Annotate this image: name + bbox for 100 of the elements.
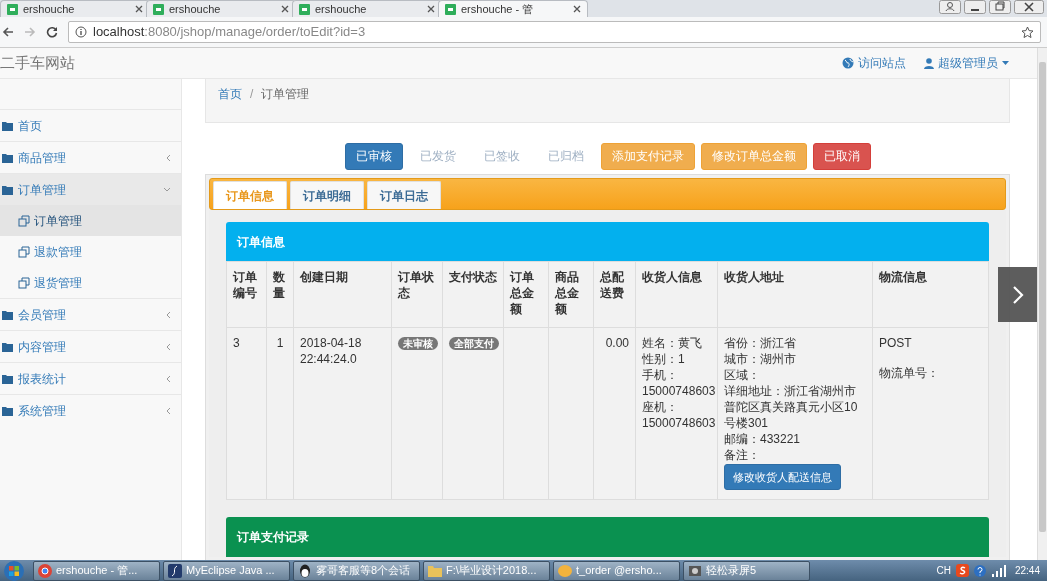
tab[interactable]: 订单信息	[213, 181, 287, 209]
table-cell: 3	[226, 327, 267, 500]
taskbar-button[interactable]: t_order @ersho...	[553, 560, 680, 581]
site-brand[interactable]: 二手车网站	[0, 51, 75, 75]
table-cell: 2018-04-18 22:44:24.0	[293, 327, 392, 500]
tab[interactable]: 订单日志	[367, 181, 441, 209]
sidebar-item[interactable]: 报表统计	[0, 362, 181, 394]
logistics-line: 物流单号：	[879, 365, 940, 381]
globe-icon	[842, 57, 854, 69]
folder-icon	[2, 341, 13, 352]
info-icon	[75, 26, 87, 38]
taskbar-button[interactable]: 雾哥客服等8个会话	[293, 560, 420, 581]
action-button[interactable]: 已审核	[344, 143, 403, 170]
page-icon	[299, 3, 310, 15]
clock-time[interactable]: 22:44	[1011, 563, 1043, 578]
breadcrumb-separator: /	[250, 86, 254, 103]
column-header: 订单总金额	[503, 261, 549, 328]
user-icon	[924, 57, 934, 69]
ide-icon	[168, 563, 182, 578]
visit-site-link[interactable]: 访问站点	[842, 54, 906, 72]
chevron-left-icon	[166, 153, 171, 162]
status-badge: 全部支付	[449, 337, 499, 350]
folder-icon	[2, 120, 13, 131]
signal-icon[interactable]	[990, 564, 1007, 577]
help-icon[interactable]	[973, 564, 986, 577]
breadcrumb-link[interactable]: 首页	[218, 85, 242, 103]
sidebar-subitem[interactable]: 退款管理	[0, 236, 181, 267]
receiver-info-line: 姓名：黄飞	[642, 335, 703, 351]
folder-icon	[2, 405, 13, 416]
taskbar-button[interactable]: F:\毕业设计2018...	[423, 560, 550, 581]
chevron-left-icon	[166, 374, 171, 383]
minimize-icon[interactable]	[964, 0, 986, 14]
folder-icon	[2, 373, 13, 384]
edit-delivery-button[interactable]: 修改收货人配送信息	[724, 464, 841, 490]
back-icon[interactable]	[2, 26, 14, 38]
address-line: 城市：湖州市	[724, 351, 797, 367]
language-indicator[interactable]: CH	[936, 563, 951, 578]
folder-icon	[2, 309, 13, 320]
browser-icon	[38, 563, 52, 578]
chevron-left-icon	[166, 406, 171, 415]
chevron-right-icon	[1011, 284, 1024, 305]
page-icon	[7, 3, 18, 15]
address-line: 区域：	[724, 367, 761, 383]
sidebar-item[interactable]: 订单管理	[0, 173, 181, 205]
sidebar-subitem[interactable]: 订单管理	[0, 205, 181, 236]
column-header: 物流信息	[872, 261, 989, 328]
panel-header: 订单支付记录	[226, 517, 989, 557]
close-icon[interactable]	[573, 5, 581, 13]
copy-icon	[18, 214, 30, 227]
column-header: 创建日期	[293, 261, 392, 328]
sidebar-item[interactable]: 系统管理	[0, 394, 181, 426]
tab-title: ershouche - 管	[461, 1, 535, 17]
table-cell: 1	[266, 327, 294, 500]
scrollbar-thumb[interactable]	[1039, 62, 1046, 532]
column-header: 支付状态	[442, 261, 504, 328]
user-icon[interactable]	[939, 0, 961, 14]
tab[interactable]: 订单明细	[290, 181, 364, 209]
chevron-left-icon	[166, 342, 171, 351]
folder-icon	[428, 563, 442, 578]
copy-icon	[18, 245, 30, 258]
sidebar-item[interactable]: 内容管理	[0, 330, 181, 362]
next-button[interactable]	[998, 267, 1037, 322]
copy-icon	[18, 276, 30, 289]
caret-icon	[1002, 61, 1009, 65]
close-icon[interactable]	[427, 5, 435, 13]
table-cell: 0.00	[593, 327, 636, 500]
action-button[interactable]: 已取消	[812, 143, 871, 170]
close-icon[interactable]	[281, 5, 289, 13]
column-header: 总配送费	[593, 261, 636, 328]
taskbar-button[interactable]: 轻松录屏5	[683, 560, 810, 581]
ime-icon[interactable]	[955, 564, 969, 577]
column-header: 订单状态	[391, 261, 443, 328]
tab-title: ershouche	[23, 1, 76, 17]
tab-title: ershouche	[315, 1, 368, 17]
user-menu[interactable]: 超级管理员	[924, 54, 1009, 72]
browser-tab[interactable]: ershouche - 管	[438, 0, 588, 17]
reload-icon[interactable]	[46, 26, 58, 38]
sidebar-item[interactable]: 首页	[0, 109, 181, 141]
star-icon[interactable]	[1021, 25, 1034, 39]
address-line: 省份：浙江省	[724, 335, 797, 351]
taskbar-button[interactable]: MyEclipse Java ...	[163, 560, 290, 581]
column-header: 收货人信息	[635, 261, 718, 328]
sidebar-item[interactable]: 会员管理	[0, 298, 181, 330]
address-line: 备注：	[724, 447, 761, 463]
close-icon[interactable]	[1014, 0, 1044, 14]
chevron-down-icon	[163, 187, 171, 192]
folder-icon	[2, 184, 13, 195]
address-line: 详细地址：浙江省湖州市普陀区真关路真元小区10号楼301	[724, 383, 859, 431]
folder-icon	[2, 152, 13, 163]
breadcrumb-current: 订单管理	[261, 86, 310, 103]
restore-icon[interactable]	[989, 0, 1011, 14]
close-icon[interactable]	[135, 5, 143, 13]
taskbar-button[interactable]: ershouche - 管...	[33, 560, 160, 581]
address-field[interactable]: localhost:8080/jshop/manage/order/toEdit?id=3	[68, 21, 1041, 43]
sidebar-subitem[interactable]: 退货管理	[0, 267, 181, 298]
recorder-icon	[688, 563, 702, 578]
page-icon	[153, 3, 164, 15]
panel-header: 订单信息	[226, 222, 989, 261]
column-header: 订单编号	[226, 261, 267, 328]
column-header: 数量	[266, 261, 294, 328]
